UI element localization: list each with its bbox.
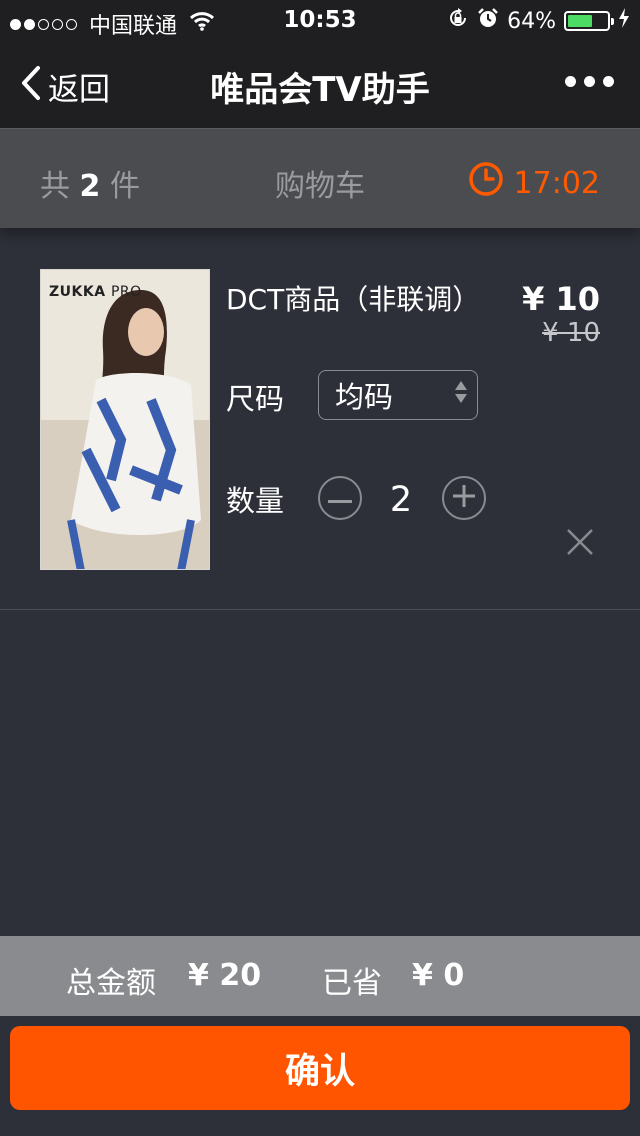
more-dot	[603, 76, 614, 87]
confirm-area: 确认	[0, 1016, 640, 1136]
clock-icon	[468, 161, 504, 205]
battery-cap	[611, 18, 614, 25]
quantity-label: 数量	[226, 484, 285, 518]
brand-suffix: PRO	[110, 284, 142, 300]
more-options-button[interactable]	[565, 76, 614, 87]
brand-logo: ZUKKA PRO	[49, 284, 142, 300]
status-bar: 中国联通 10:53 64%	[0, 0, 640, 40]
status-right: 64%	[447, 7, 630, 35]
countdown-timer: 17:02	[468, 161, 600, 205]
saved-value: ¥ 0	[412, 958, 465, 993]
brand-name: ZUKKA	[49, 284, 106, 300]
decrease-quantity-button[interactable]	[318, 476, 362, 520]
alarm-icon	[477, 7, 499, 35]
cart-item: ZUKKA PRO DCT商品（非联调） ¥ 10 ¥ 10 尺码 均码 数量 …	[0, 228, 640, 610]
close-icon	[566, 529, 594, 560]
saved-label: 已省	[322, 966, 382, 1001]
minus-icon	[328, 489, 352, 508]
original-price: ¥ 10	[542, 318, 600, 348]
product-name: DCT商品（非联调）	[226, 283, 481, 316]
arrow-up-icon	[455, 381, 467, 390]
battery-icon	[564, 11, 614, 31]
order-summary: 总金额 ¥ 20 已省 ¥ 0	[0, 936, 640, 1016]
total-value: ¥ 20	[188, 958, 262, 993]
quantity-value: 2	[389, 480, 413, 520]
more-dot	[584, 76, 595, 87]
select-arrows-icon	[455, 381, 467, 403]
total-label: 总金额	[66, 966, 156, 1001]
product-price: ¥ 10	[522, 280, 600, 318]
page-title: 唯品会TV助手	[210, 70, 430, 110]
product-image[interactable]: ZUKKA PRO	[40, 269, 210, 570]
size-select[interactable]: 均码	[318, 370, 478, 420]
remove-item-button[interactable]	[566, 528, 594, 556]
battery-fill	[568, 15, 593, 27]
plus-icon	[453, 485, 475, 511]
battery-percent: 64%	[507, 8, 556, 34]
arrow-down-icon	[455, 394, 467, 403]
timer-value: 17:02	[513, 165, 600, 201]
cart-header: 共 2 件 购物车 17:02	[0, 128, 640, 228]
increase-quantity-button[interactable]	[442, 476, 486, 520]
size-value: 均码	[335, 380, 394, 414]
charging-icon	[618, 7, 630, 35]
confirm-button[interactable]: 确认	[10, 1026, 630, 1110]
navigation-bar: 返回 唯品会TV助手	[0, 40, 640, 128]
rotation-lock-icon	[447, 7, 469, 35]
more-dot	[565, 76, 576, 87]
size-label: 尺码	[226, 382, 285, 416]
